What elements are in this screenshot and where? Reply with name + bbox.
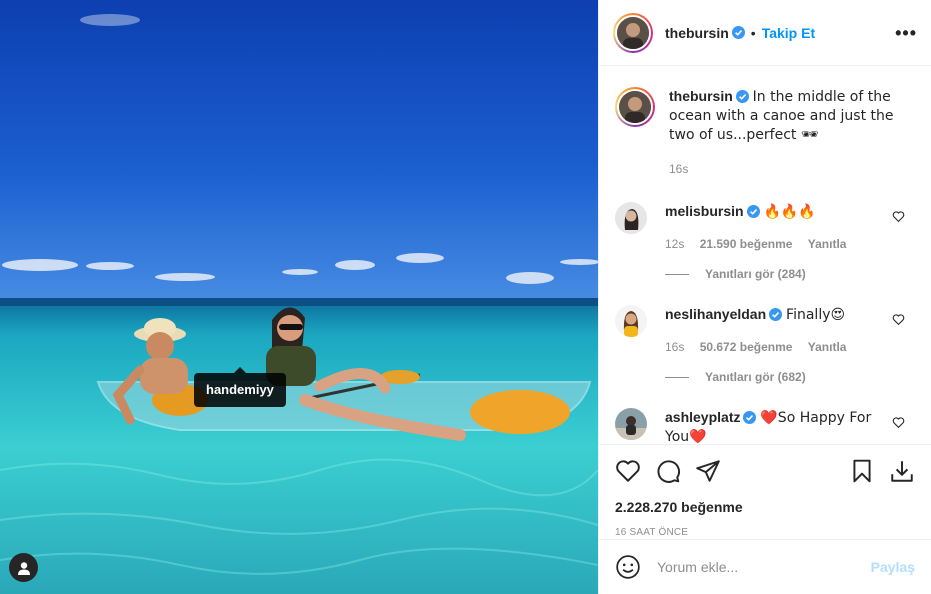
comment-input[interactable] <box>657 559 871 575</box>
post-caption: thebursin In the middle of the ocean wit… <box>615 67 915 178</box>
view-replies-label: Yanıtları gör (284) <box>705 267 806 281</box>
action-icons-row <box>615 457 915 485</box>
download-icon[interactable] <box>889 458 915 484</box>
verified-badge-icon <box>731 26 745 39</box>
commenter-avatar[interactable] <box>615 408 647 440</box>
post-like-count[interactable]: 2.228.270 beğenme <box>615 499 915 515</box>
caption-username[interactable]: thebursin <box>669 88 733 104</box>
verified-badge-icon <box>735 90 749 103</box>
replies-divider-line <box>665 273 689 275</box>
avatar-image <box>619 91 651 123</box>
tagged-users-button[interactable] <box>9 553 38 582</box>
user-icon <box>17 561 30 575</box>
comment-meta: 12s 21.590 beğenme Yanıtla <box>665 235 885 253</box>
author-username[interactable]: thebursin <box>665 25 729 41</box>
commenter-avatar[interactable] <box>615 202 647 234</box>
more-options-icon[interactable]: ••• <box>895 24 917 42</box>
comment-meta: 16s 50.672 beğenme Yanıtla <box>665 338 885 356</box>
photo-scene <box>0 0 598 594</box>
comment-likes[interactable]: 21.590 beğenme <box>700 237 793 251</box>
caption-time[interactable]: 16s <box>669 160 914 178</box>
comment-like-heart-icon[interactable] <box>892 416 905 429</box>
view-replies-label: Yanıtları gör (682) <box>705 370 806 384</box>
comment-text: Finally😍 <box>786 307 846 323</box>
save-bookmark-icon[interactable] <box>849 458 875 484</box>
avatar-image <box>615 305 647 337</box>
comment-icon[interactable] <box>655 458 681 484</box>
comment-text: 🔥🔥🔥 <box>763 204 816 220</box>
comment-username[interactable]: melisbursin <box>665 203 744 219</box>
avatar-image <box>615 408 647 440</box>
reply-button[interactable]: Yanıtla <box>808 237 847 251</box>
replies-divider-line <box>665 376 689 378</box>
verified-badge-icon <box>746 205 760 218</box>
author-avatar[interactable] <box>613 12 653 53</box>
view-replies-button[interactable]: Yanıtları gör (284) <box>665 267 915 281</box>
commenter-avatar[interactable] <box>615 305 647 337</box>
reply-button[interactable]: Yanıtla <box>808 340 847 354</box>
emoji-picker-icon[interactable] <box>615 554 641 580</box>
like-heart-icon[interactable] <box>615 458 641 484</box>
separator-dot: • <box>750 24 756 41</box>
post-header: thebursin • Takip Et ••• <box>599 0 931 66</box>
add-comment-bar: Paylaş <box>599 539 931 594</box>
comment-likes[interactable]: 50.672 beğenme <box>700 340 793 354</box>
share-send-icon[interactable] <box>695 458 721 484</box>
comment-like-heart-icon[interactable] <box>892 210 905 223</box>
avatar-image <box>615 202 647 234</box>
post-comment-button[interactable]: Paylaş <box>871 559 915 575</box>
verified-badge-icon <box>769 308 783 321</box>
comment-like-heart-icon[interactable] <box>892 313 905 326</box>
post-side-panel: thebursin • Takip Et ••• thebursin In th… <box>598 0 931 594</box>
comment-time[interactable]: 16s <box>665 340 684 354</box>
comment-item: neslihanyeldan Finally😍 16s 50.672 beğen… <box>615 305 915 356</box>
comments-list[interactable]: thebursin In the middle of the ocean wit… <box>599 67 931 444</box>
post-actions: 2.228.270 beğenme 16 SAAT ÖNCE <box>599 444 931 538</box>
caption-author-avatar[interactable] <box>615 87 655 127</box>
avatar-image <box>617 16 649 49</box>
photo-tag-label[interactable]: handemiyy <box>194 367 286 407</box>
comment-username[interactable]: ashleyplatz <box>665 409 740 425</box>
comment-item: ashleyplatz ❤️So Happy For You❤️ <box>615 408 915 444</box>
follow-button[interactable]: Takip Et <box>762 25 815 41</box>
comment-time[interactable]: 12s <box>665 237 684 251</box>
comment-item: melisbursin 🔥🔥🔥 12s 21.590 beğenme Yanıt… <box>615 202 915 253</box>
comment-username[interactable]: neslihanyeldan <box>665 306 766 322</box>
post-photo[interactable]: handemiyy <box>0 0 598 594</box>
post-time-ago[interactable]: 16 SAAT ÖNCE <box>615 527 915 538</box>
verified-badge-icon <box>743 411 757 424</box>
view-replies-button[interactable]: Yanıtları gör (682) <box>665 370 915 384</box>
